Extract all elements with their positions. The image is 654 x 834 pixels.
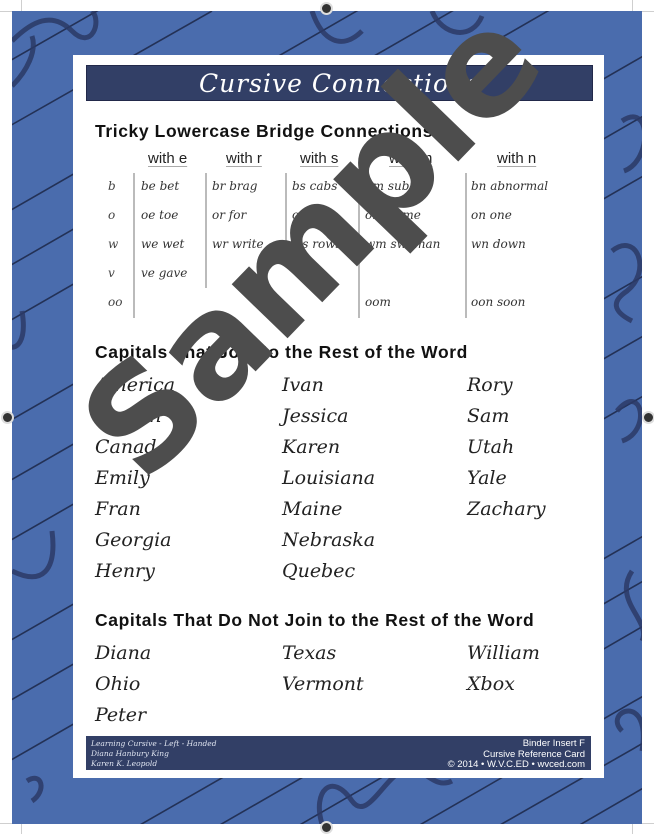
column-divider — [133, 173, 135, 318]
capital-word: Utah — [467, 436, 515, 458]
capital-word: Diana — [95, 642, 152, 664]
footer-insert-label: Binder Insert F — [522, 738, 585, 749]
capital-word: Texas — [282, 642, 337, 664]
bridge-cell: be bet — [141, 179, 180, 193]
registration-mark-bottom — [320, 821, 333, 834]
registration-mark-left — [1, 411, 14, 424]
capital-word: Fran — [95, 498, 141, 520]
crop-mark — [21, 0, 22, 11]
footer-info: Binder Insert F Cursive Reference Card ©… — [447, 738, 585, 771]
capital-word: Peter — [95, 704, 147, 726]
row-letter: v — [108, 266, 115, 280]
capital-word: William — [467, 642, 540, 664]
capital-word: Quebec — [282, 560, 356, 582]
section-heading-nonjoining-capitals: Capitals That Do Not Join to the Rest of… — [95, 610, 535, 630]
capital-word: Jessica — [282, 405, 349, 427]
row-letter: oo — [108, 295, 123, 309]
crop-mark — [632, 0, 633, 11]
crop-mark — [632, 824, 633, 834]
column-header-with-r: with r — [226, 150, 262, 167]
capital-word: Vermont — [282, 673, 364, 695]
bridge-cell: oon soon — [471, 295, 526, 309]
bridge-cell: wn down — [471, 237, 526, 251]
footer-author: Diana Hanbury King — [91, 749, 169, 758]
capital-word: Sam — [467, 405, 510, 427]
registration-mark-top — [320, 2, 333, 15]
capital-word: Zachary — [467, 498, 546, 520]
footer-credits: Learning Cursive - Left - Handed Diana H… — [91, 739, 217, 769]
capital-word: Georgia — [95, 529, 172, 551]
column-header-with-e: with e — [148, 150, 188, 167]
capital-word: Maine — [282, 498, 343, 520]
crop-mark — [642, 823, 654, 824]
bridge-cell: on one — [471, 208, 512, 222]
footer-book-title: Learning Cursive - Left - Handed — [91, 739, 217, 748]
bridge-cell: we wet — [141, 237, 185, 251]
capital-word: Louisiana — [282, 467, 376, 489]
crop-mark — [0, 11, 12, 12]
footer-copyright: © 2014 • W.V.C.ED • wvced.com — [447, 759, 585, 770]
crop-mark — [0, 823, 12, 824]
capital-word: Ohio — [95, 673, 141, 695]
capital-word: Yale — [467, 467, 507, 489]
crop-mark — [642, 11, 654, 12]
crop-mark — [21, 824, 22, 834]
row-letter: o — [108, 208, 116, 222]
registration-mark-right — [642, 411, 654, 424]
row-letter: b — [108, 179, 116, 193]
footer-author: Karen K. Leopold — [91, 759, 158, 768]
capital-word: Nebraska — [282, 529, 376, 551]
bridge-cell: oe toe — [141, 208, 179, 222]
capital-word: Karen — [282, 436, 341, 458]
capital-word: Henry — [95, 560, 155, 582]
capital-word: Rory — [467, 374, 513, 396]
row-letter: w — [108, 237, 119, 251]
footer-bar: Learning Cursive - Left - Handed Diana H… — [86, 736, 591, 770]
capital-word: Xbox — [467, 673, 515, 695]
